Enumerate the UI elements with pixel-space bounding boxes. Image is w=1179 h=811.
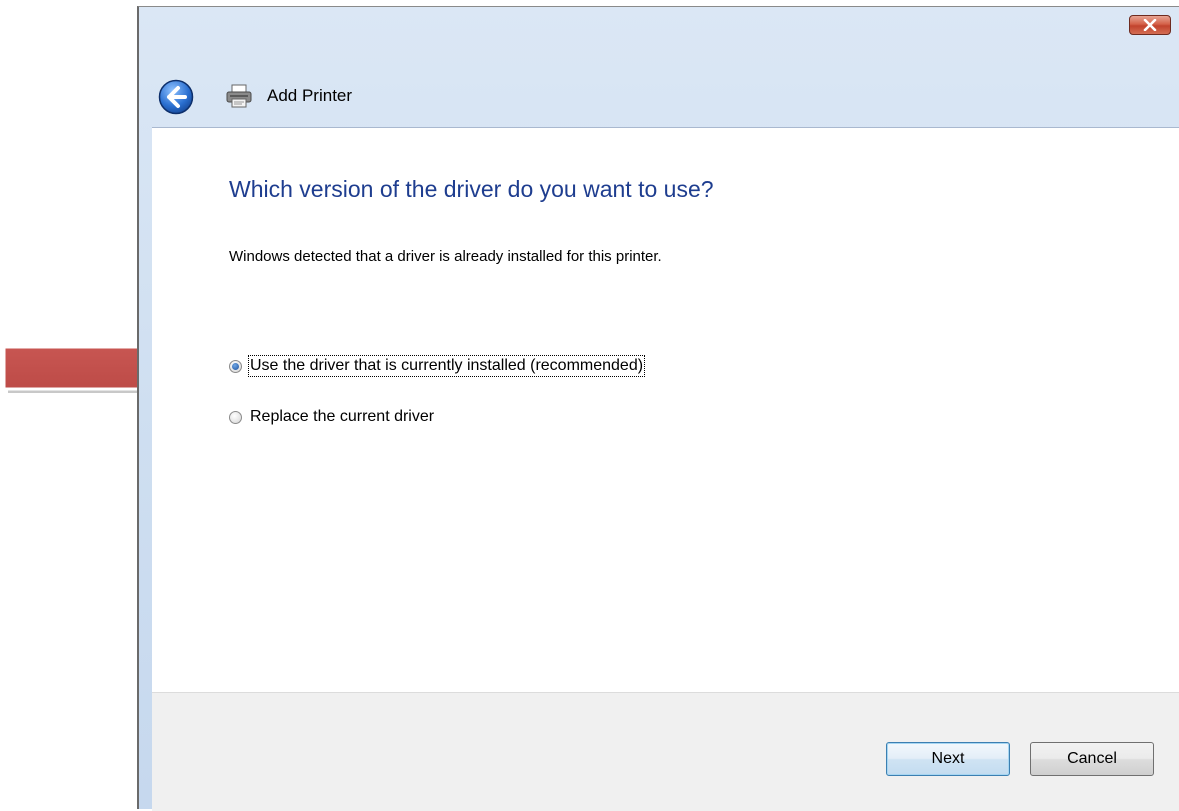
close-icon	[1143, 19, 1157, 31]
cancel-button-label: Cancel	[1067, 750, 1117, 767]
close-button[interactable]	[1129, 15, 1171, 35]
window-title: Add Printer	[267, 86, 353, 105]
option-use-installed-driver[interactable]: Use the driver that is currently install…	[229, 355, 646, 377]
option-label[interactable]: Replace the current driver	[250, 408, 434, 426]
wizard-footer: Next Cancel	[152, 692, 1179, 811]
add-printer-window: Add Printer Which version of the driver …	[137, 6, 1179, 811]
wizard-content: Which version of the driver do you want …	[152, 127, 1179, 693]
next-button-label: Next	[931, 750, 965, 767]
option-label[interactable]: Use the driver that is currently install…	[247, 355, 646, 377]
page-description: Windows detected that a driver is alread…	[229, 248, 662, 265]
radio-button-selected[interactable]	[229, 359, 242, 373]
back-arrow-icon[interactable]	[158, 79, 194, 115]
page-heading: Which version of the driver do you want …	[229, 176, 714, 202]
printer-icon	[226, 84, 252, 108]
next-button[interactable]: Next	[886, 742, 1010, 776]
option-replace-driver[interactable]: Replace the current driver	[229, 408, 434, 426]
cancel-button[interactable]: Cancel	[1030, 742, 1154, 776]
radio-button[interactable]	[229, 410, 242, 424]
